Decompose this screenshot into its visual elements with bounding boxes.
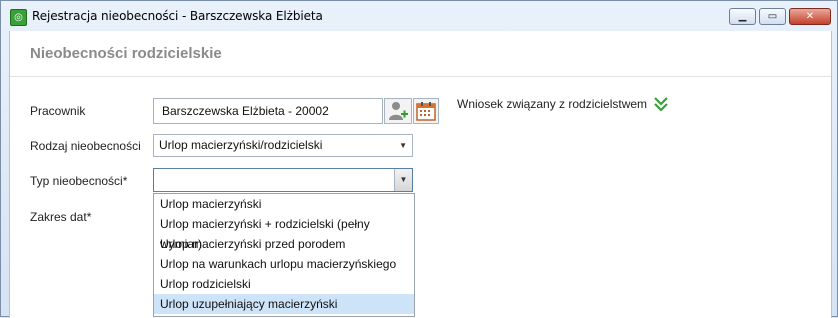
- maximize-button[interactable]: ▭: [759, 8, 786, 25]
- wniosek-label: Wniosek związany z rodzicielstwem: [457, 97, 648, 111]
- absence-kind-value: Urlop macierzyński/rodzicielski: [159, 138, 323, 152]
- close-button[interactable]: ✕: [789, 8, 831, 25]
- absence-kind-label: Rodzaj nieobecności: [30, 139, 141, 153]
- app-icon: ◎: [10, 9, 27, 26]
- dropdown-item[interactable]: Urlop macierzyński + rodzicielski (pełny…: [154, 214, 414, 251]
- absence-type-combo[interactable]: ▼: [153, 168, 413, 192]
- window-title: Rejestracja nieobecności - Barszczewska …: [32, 9, 323, 23]
- app-window: ◎ Rejestracja nieobecności - Barszczewsk…: [0, 0, 838, 318]
- absence-type-label: Typ nieobecności*: [30, 174, 128, 188]
- content-panel: Nieobecności rodzicielskie Pracownik Bar…: [9, 31, 832, 318]
- dropdown-item-highlighted[interactable]: Urlop uzupełniający macierzyński: [154, 294, 414, 314]
- dropdown-item[interactable]: Urlop rodzicielski: [154, 274, 414, 294]
- minimize-button[interactable]: ▁: [729, 8, 756, 25]
- user-add-icon: [389, 102, 408, 120]
- header-divider: [10, 76, 831, 77]
- dropdown-arrow-icon[interactable]: ▼: [394, 169, 412, 191]
- dropdown-arrow-icon: ▼: [399, 141, 407, 150]
- employee-field[interactable]: Barszczewska Elżbieta - 20002: [153, 98, 383, 124]
- absence-type-dropdown-list: Urlop macierzyński Urlop macierzyński + …: [153, 193, 415, 317]
- dropdown-item[interactable]: Urlop macierzyński: [154, 194, 414, 214]
- absence-kind-combo[interactable]: Urlop macierzyński/rodzicielski ▼: [153, 134, 413, 157]
- dropdown-item[interactable]: Urlop macierzyński przed porodem: [154, 234, 414, 254]
- title-bar[interactable]: ◎ Rejestracja nieobecności - Barszczewsk…: [1, 1, 837, 30]
- dropdown-item[interactable]: Urlop na warunkach urlopu macierzyńskieg…: [154, 254, 414, 274]
- employee-label: Pracownik: [30, 104, 86, 118]
- calendar-icon: [416, 102, 436, 121]
- page-title: Nieobecności rodzicielskie: [30, 45, 222, 62]
- date-range-label: Zakres dat*: [30, 210, 92, 224]
- calendar-button[interactable]: [413, 98, 439, 124]
- double-chevron-down-icon[interactable]: [652, 93, 670, 115]
- add-user-button[interactable]: [384, 98, 412, 124]
